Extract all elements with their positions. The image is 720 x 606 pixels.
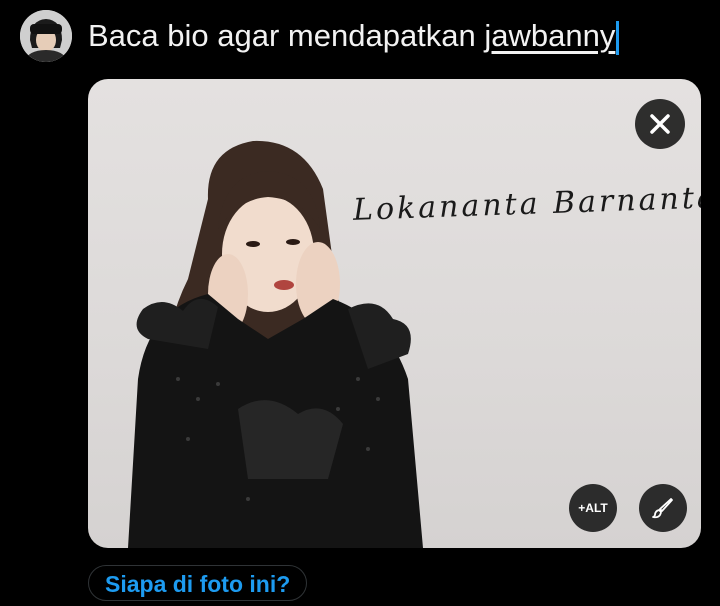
add-alt-text-button[interactable]: +ALT [569,484,617,532]
close-icon [650,114,670,134]
tag-people-button[interactable]: Siapa di foto ini? [88,565,308,601]
attached-photo: Lokananta Barnantara +ALT [88,79,701,548]
alt-label: +ALT [578,501,608,515]
mention-link[interactable]: jawbanny [484,18,615,53]
compose-text: Baca bio agar mendapatkan [88,18,485,53]
text-caret [616,20,620,55]
compose-text-field[interactable]: Baca bio agar mendapatkan jawbanny [88,14,620,58]
remove-photo-button[interactable] [635,99,685,149]
edit-photo-button[interactable] [639,484,687,532]
brush-icon [652,498,673,519]
avatar [20,10,72,62]
photo-image [128,140,423,548]
